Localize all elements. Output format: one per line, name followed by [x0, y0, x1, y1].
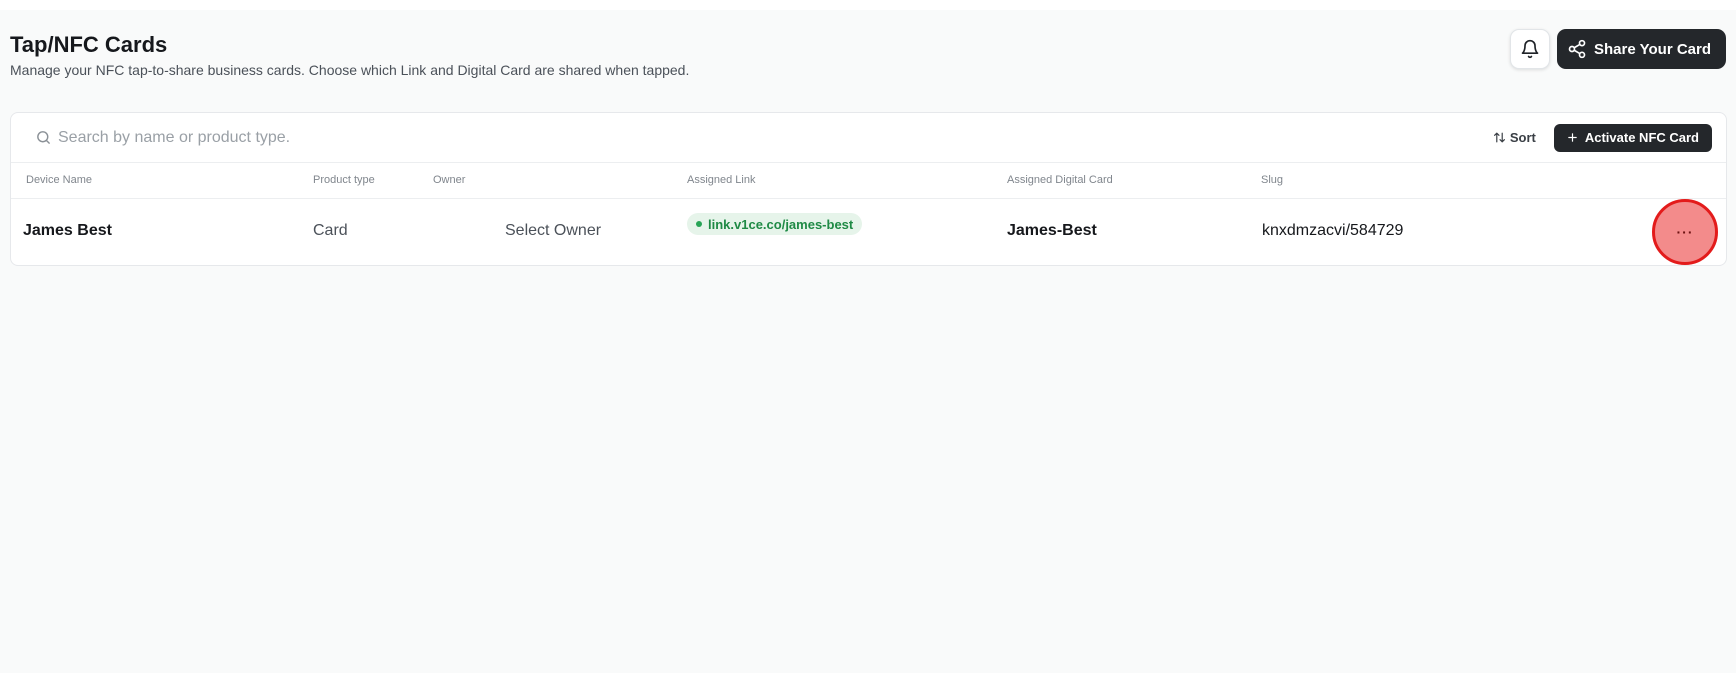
table-toolbar: Sort Activate NFC Card — [11, 113, 1726, 163]
device-name-cell: James Best — [23, 222, 112, 239]
share-button-label: Share Your Card — [1594, 40, 1711, 58]
product-type-cell: Card — [313, 222, 348, 239]
page-title: Tap/NFC Cards — [10, 32, 168, 57]
sort-label: Sort — [1509, 130, 1536, 145]
share-icon — [1568, 39, 1586, 59]
nfc-cards-table: Device Name Product type Owner Assigned … — [11, 163, 1726, 265]
row-more-actions-button[interactable]: ··· — [1652, 199, 1718, 265]
slug-cell: knxdmzacvi/584729 — [1262, 222, 1404, 239]
notifications-button[interactable] — [1510, 29, 1551, 69]
column-assigned-digital-card[interactable]: Assigned Digital Card — [1007, 174, 1113, 186]
page-subtitle: Manage your NFC tap-to-share business ca… — [10, 62, 690, 78]
column-slug[interactable]: Slug — [1261, 174, 1283, 186]
column-owner[interactable]: Owner — [433, 174, 465, 186]
column-device-name[interactable]: Device Name — [26, 174, 92, 186]
nfc-cards-panel: Sort Activate NFC Card Device Name Produ… — [10, 112, 1727, 266]
owner-select[interactable]: Select Owner — [505, 222, 601, 240]
assigned-digital-card-cell: James-Best — [1007, 222, 1097, 239]
page-header: Tap/NFC Cards Manage your NFC tap-to-sha… — [10, 30, 689, 78]
sort-icon — [1493, 132, 1505, 143]
search-input[interactable] — [58, 128, 558, 147]
search-icon — [37, 131, 50, 144]
activate-nfc-card-button[interactable]: Activate NFC Card — [1553, 123, 1712, 152]
share-your-card-button[interactable]: Share Your Card — [1557, 29, 1726, 69]
status-dot-icon — [696, 221, 702, 227]
header-actions: Share Your Card — [1510, 29, 1726, 69]
column-assigned-link[interactable]: Assigned Link — [687, 174, 756, 186]
assigned-link-badge[interactable]: link.v1ce.co/james-best — [687, 213, 863, 235]
sort-button[interactable]: Sort — [1493, 130, 1536, 145]
bell-icon — [1521, 39, 1539, 59]
page: Tap/NFC Cards Manage your NFC tap-to-sha… — [0, 0, 1736, 673]
more-horizontal-icon: ··· — [1676, 224, 1694, 240]
table-header: Device Name Product type Owner Assigned … — [11, 163, 1726, 199]
column-product-type[interactable]: Product type — [313, 174, 375, 186]
table-row[interactable]: James Best Card Select Owner link.v1ce.c… — [11, 199, 1726, 265]
search-box — [35, 128, 1493, 147]
plus-icon — [1568, 133, 1577, 142]
top-strip — [0, 0, 1736, 10]
assigned-link-text: link.v1ce.co/james-best — [708, 216, 854, 232]
activate-label: Activate NFC Card — [1584, 130, 1699, 145]
